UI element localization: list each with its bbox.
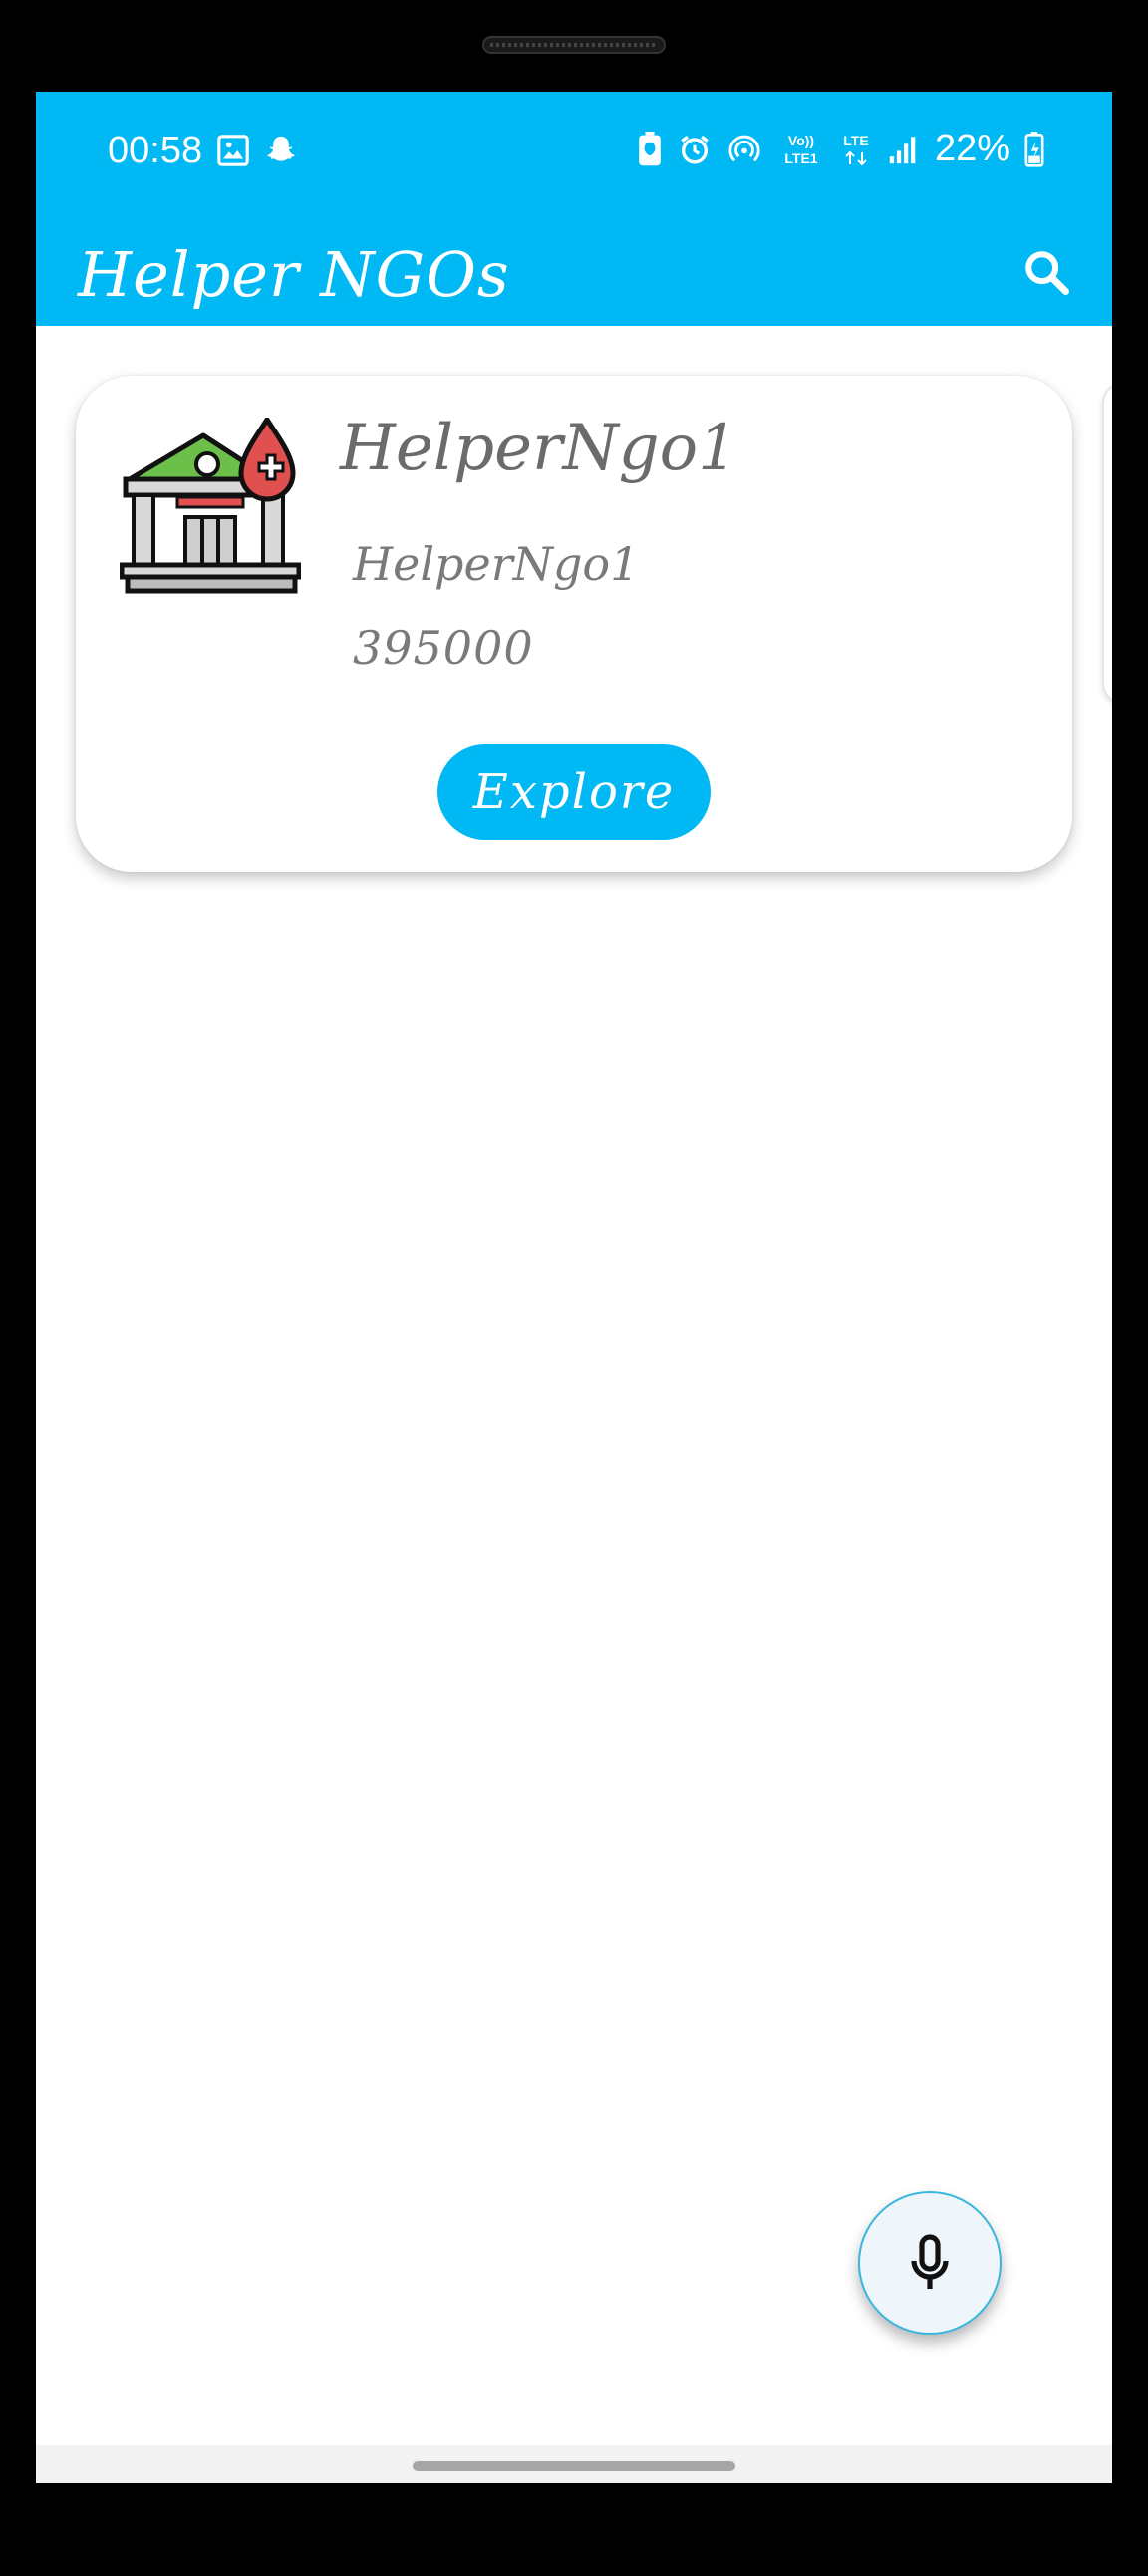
ngo-name: HelperNgo1 xyxy=(340,412,738,485)
battery-percent: 22% xyxy=(934,128,1010,169)
snapchat-icon xyxy=(267,136,295,161)
ngo-list[interactable]: HelperNgo1 HelperNgo1 395000 Explore xyxy=(36,326,1112,2438)
screen: 00:58 Vo)) LTE1 LTE 22% Helper NGOs Help… xyxy=(36,92,1112,2483)
ngo-card[interactable]: HelperNgo1 HelperNgo1 395000 Explore xyxy=(76,376,1072,872)
battery-saver-icon xyxy=(639,131,661,165)
explore-button[interactable]: Explore xyxy=(437,744,711,840)
ngo-subtitle: HelperNgo1 xyxy=(353,537,640,591)
app-bar: Helper NGOs xyxy=(36,216,1112,326)
status-time: 00:58 xyxy=(108,130,203,171)
app-title: Helper NGOs xyxy=(78,238,510,311)
signal-icon xyxy=(889,136,916,163)
hotspot-icon xyxy=(728,135,760,161)
status-bar: 00:58 Vo)) LTE1 LTE 22% xyxy=(36,92,1112,216)
home-indicator[interactable] xyxy=(413,2461,735,2471)
ngo-building-blood-icon xyxy=(120,418,301,594)
volte-label: Vo)) xyxy=(788,133,814,148)
search-icon xyxy=(1025,251,1069,295)
status-left-icons xyxy=(216,134,298,167)
phone-frame: 00:58 Vo)) LTE1 LTE 22% Helper NGOs Help… xyxy=(0,0,1148,2576)
battery-charging-icon xyxy=(1024,131,1044,167)
volte-icon: Vo)) LTE1 xyxy=(784,133,817,166)
alarm-icon xyxy=(681,135,709,163)
gesture-nav-bar xyxy=(36,2445,1112,2483)
microphone-icon xyxy=(911,2234,949,2289)
lte-label: LTE xyxy=(843,133,868,148)
svg-text:LTE1: LTE1 xyxy=(784,150,817,166)
earpiece-speaker xyxy=(482,36,666,54)
next-card-peek[interactable] xyxy=(1102,382,1112,705)
ngo-amount: 395000 xyxy=(353,621,534,675)
gallery-icon xyxy=(217,135,249,166)
search-button[interactable] xyxy=(1010,236,1082,308)
lte-icon: LTE xyxy=(843,133,869,165)
status-right-icons: Vo)) LTE1 LTE 22% xyxy=(636,128,1044,170)
voice-search-button[interactable] xyxy=(858,2191,1002,2335)
